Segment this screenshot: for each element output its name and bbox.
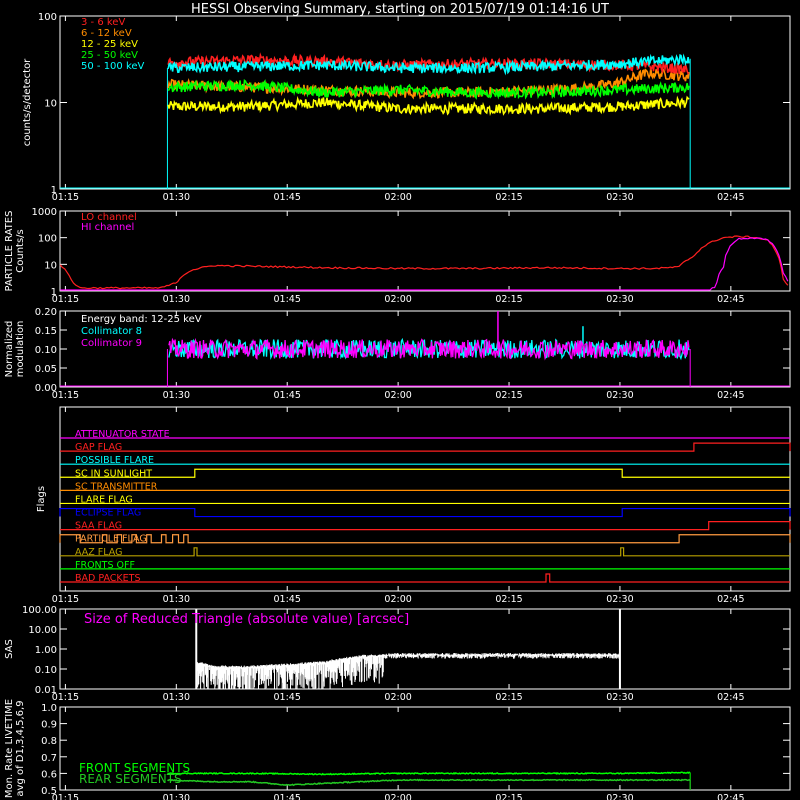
flag-label: BAD PACKETS xyxy=(75,573,141,584)
time-tick-label: 02:15 xyxy=(495,793,522,800)
time-tick-label: 02:00 xyxy=(384,692,411,703)
particle-ylabel-2: Counts/s xyxy=(15,229,26,273)
time-tick-label: 02:15 xyxy=(495,294,522,305)
flags-ylabel: Flags xyxy=(36,486,47,512)
time-tick-label: 02:15 xyxy=(495,594,522,605)
y-tick-label: 1.00 xyxy=(35,645,57,656)
y-tick-label: 10.00 xyxy=(28,625,57,636)
y-tick-label: 0.8 xyxy=(41,736,57,747)
time-tick-label: 02:30 xyxy=(606,793,633,800)
legend-entry: Collimator 9 xyxy=(81,338,142,349)
y-tick-label: 0.7 xyxy=(41,753,57,764)
time-tick-label: 01:30 xyxy=(163,793,190,800)
sas-annotation: Size of Reduced Triangle (absolute value… xyxy=(84,612,409,627)
modulation-annotation: Energy band: 12-25 keV xyxy=(81,314,202,325)
time-tick-label: 01:45 xyxy=(274,390,301,401)
time-tick-label: 02:30 xyxy=(606,594,633,605)
time-tick-label: 02:15 xyxy=(495,192,522,203)
flag-label: FLARE FLAG xyxy=(75,494,133,505)
flag-label: SC IN SUNLIGHT xyxy=(75,468,152,479)
y-tick-label: 100 xyxy=(38,234,57,245)
time-tick-label: 01:30 xyxy=(163,192,190,203)
time-tick-label: 02:15 xyxy=(495,692,522,703)
legend-entry: 12 - 25 keV xyxy=(81,39,138,50)
livetime-ylabel: Mon. Rate LIVETIME xyxy=(4,699,15,798)
y-tick-label: 1 xyxy=(51,185,57,196)
time-tick-label: 01:30 xyxy=(163,294,190,305)
y-tick-label: 0.20 xyxy=(35,307,57,318)
y-tick-label: 0.10 xyxy=(35,345,57,356)
flag-label: POSSIBLE FLARE xyxy=(75,455,154,466)
counts-ylabel: counts/s/detector xyxy=(22,58,33,146)
time-tick-label: 01:45 xyxy=(274,594,301,605)
y-tick-label: 0.5 xyxy=(41,786,57,797)
time-tick-label: 02:00 xyxy=(384,594,411,605)
y-tick-label: 0.00 xyxy=(35,383,57,394)
flag-label: SC TRANSMITTER xyxy=(75,481,158,492)
time-tick-label: 02:30 xyxy=(606,294,633,305)
time-tick-label: 02:45 xyxy=(717,192,744,203)
y-tick-label: 0.05 xyxy=(35,364,57,375)
y-tick-label: 1.0 xyxy=(41,703,57,714)
time-tick-label: 01:45 xyxy=(274,192,301,203)
time-tick-label: 02:45 xyxy=(717,692,744,703)
legend-entry: 3 - 6 keV xyxy=(81,17,125,28)
modulation-ylabel: Normalized xyxy=(4,321,15,378)
y-tick-label: 10 xyxy=(44,260,57,271)
y-tick-label: 0.6 xyxy=(41,769,57,780)
sas-ylabel: SAS xyxy=(4,639,15,659)
time-tick-label: 01:45 xyxy=(274,692,301,703)
legend-entry: 25 - 50 keV xyxy=(81,50,138,61)
flag-label: ATTENUATOR STATE xyxy=(75,429,170,440)
time-tick-label: 02:45 xyxy=(717,594,744,605)
time-tick-label: 02:00 xyxy=(384,294,411,305)
livetime-ylabel-2: avg of D1,3,4,5,6,9 xyxy=(15,700,26,796)
time-tick-label: 02:00 xyxy=(384,390,411,401)
y-tick-label: 100 xyxy=(38,12,57,23)
time-tick-label: 02:45 xyxy=(717,390,744,401)
legend-entry: HI channel xyxy=(81,222,134,233)
time-tick-label: 01:30 xyxy=(163,390,190,401)
legend-entry: 50 - 100 keV xyxy=(81,61,145,72)
time-tick-label: 02:00 xyxy=(384,793,411,800)
y-tick-label: 10 xyxy=(44,99,57,110)
modulation-ylabel-2: modulation xyxy=(15,321,26,378)
observing-summary-figure: HESSI Observing Summary, starting on 201… xyxy=(0,0,800,800)
time-tick-label: 01:45 xyxy=(274,294,301,305)
time-tick-label: 02:30 xyxy=(606,192,633,203)
flag-label: ECLIPSE FLAG xyxy=(75,508,141,519)
y-tick-label: 100.00 xyxy=(22,605,57,616)
particle-ylabel: PARTICLE RATES xyxy=(4,211,15,292)
time-tick-label: 02:30 xyxy=(606,390,633,401)
time-tick-label: 01:15 xyxy=(52,594,79,605)
time-tick-label: 01:30 xyxy=(163,594,190,605)
legend-entry: Collimator 8 xyxy=(81,326,142,337)
flag-label: FRONTS OFF xyxy=(75,560,135,571)
legend-entry: REAR SEGMENTS xyxy=(79,772,182,786)
y-tick-label: 1000 xyxy=(32,207,57,218)
time-tick-label: 01:45 xyxy=(274,793,301,800)
flag-label: GAP FLAG xyxy=(75,442,122,453)
figure-title: HESSI Observing Summary, starting on 201… xyxy=(191,2,609,17)
y-tick-label: 0.01 xyxy=(35,685,57,696)
y-tick-label: 1 xyxy=(51,287,57,298)
time-tick-label: 02:45 xyxy=(717,294,744,305)
legend-entry: 6 - 12 keV xyxy=(81,28,132,39)
time-tick-label: 01:30 xyxy=(163,692,190,703)
time-tick-label: 02:15 xyxy=(495,390,522,401)
y-tick-label: 0.10 xyxy=(35,665,57,676)
flag-label: PARTICLE FLAG xyxy=(75,534,147,545)
y-tick-label: 0.9 xyxy=(41,720,57,731)
time-tick-label: 02:45 xyxy=(717,793,744,800)
time-tick-label: 02:30 xyxy=(606,692,633,703)
time-tick-label: 02:00 xyxy=(384,192,411,203)
y-tick-label: 0.15 xyxy=(35,326,57,337)
flag-label: SAA FLAG xyxy=(75,521,122,532)
flag-label: AAZ FLAG xyxy=(75,547,122,558)
